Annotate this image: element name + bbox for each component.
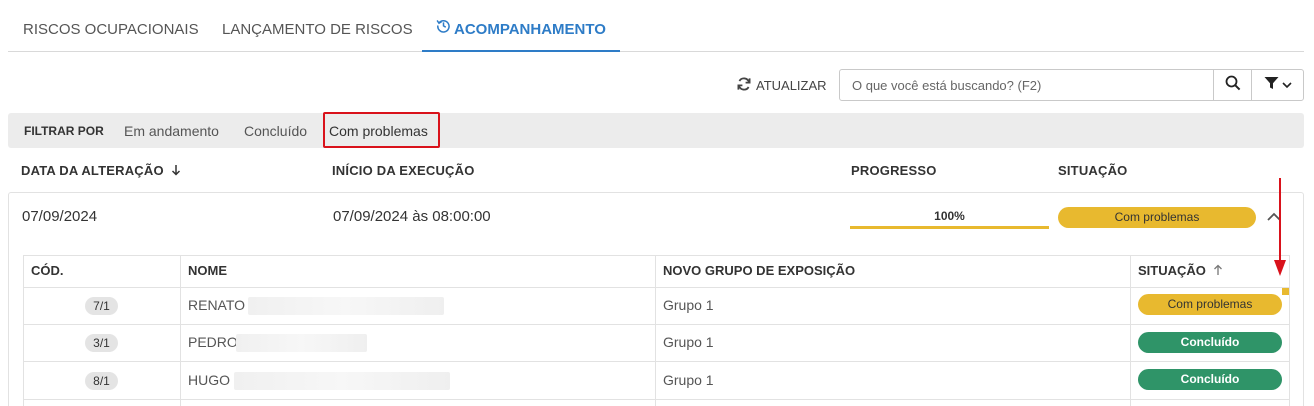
arrow-up-icon: [1213, 264, 1223, 279]
tab-lancamento-de-riscos[interactable]: LANÇAMENTO DE RISCOS: [222, 0, 413, 52]
row-status-badge: Com problemas: [1138, 294, 1282, 315]
detail-header-status[interactable]: SITUAÇÃO: [1138, 263, 1223, 279]
filter-icon: [1264, 76, 1279, 95]
search-input[interactable]: [840, 70, 1213, 100]
scroll-marker: [1282, 288, 1289, 295]
progress-label: 100%: [934, 209, 965, 223]
filter-option-com-problemas[interactable]: Com problemas: [329, 123, 428, 139]
column-header-date[interactable]: DATA DA ALTERAÇÃO: [21, 163, 181, 179]
record-status-badge: Com problemas: [1058, 207, 1256, 228]
refresh-icon: [736, 76, 752, 95]
progress-bar-fill: [850, 226, 1049, 229]
column-header-progress: PROGRESSO: [851, 163, 937, 178]
history-icon: [436, 0, 451, 59]
row-code-badge: 7/1: [85, 297, 118, 315]
detail-header-name: NOME: [188, 263, 227, 278]
row-name: PEDRO: [188, 334, 238, 350]
row-status-badge: Concluído: [1138, 332, 1282, 353]
row-divider: [23, 361, 1290, 362]
search-button[interactable]: [1213, 70, 1251, 100]
chevron-down-icon: [1281, 76, 1292, 94]
tab-acompanhamento-label: ACOMPANHAMENTO: [454, 21, 606, 38]
detail-header-group: NOVO GRUPO DE EXPOSIÇÃO: [663, 263, 856, 278]
tab-riscos-ocupacionais[interactable]: RISCOS OCUPACIONAIS: [23, 0, 199, 52]
collapse-button[interactable]: [1266, 210, 1282, 228]
row-name: HUGO: [188, 372, 230, 388]
column-header-start: INÍCIO DA EXECUÇÃO: [332, 163, 475, 178]
filter-dropdown-button[interactable]: [1251, 70, 1303, 100]
filter-bar: FILTRAR POR Em andamento Concluído Com p…: [8, 113, 1304, 148]
search-icon: [1225, 75, 1241, 96]
tab-bar: RISCOS OCUPACIONAIS LANÇAMENTO DE RISCOS…: [8, 0, 1304, 52]
column-divider: [180, 255, 181, 406]
column-divider: [1130, 255, 1131, 406]
row-code-badge: 8/1: [85, 372, 118, 390]
row-status-badge: Concluído: [1138, 369, 1282, 390]
column-header-date-label: DATA DA ALTERAÇÃO: [21, 163, 164, 178]
record-start: 07/09/2024 às 08:00:00: [333, 208, 491, 225]
progress-bar: [850, 226, 1049, 229]
row-name: RENATO: [188, 297, 246, 313]
column-header-status: SITUAÇÃO: [1058, 163, 1128, 178]
row-divider: [23, 287, 1290, 288]
detail-header-code: CÓD.: [31, 263, 64, 278]
row-group: Grupo 1: [663, 297, 714, 313]
chevron-up-icon: [1266, 210, 1282, 227]
row-divider: [23, 399, 1290, 400]
refresh-label: ATUALIZAR: [756, 78, 827, 93]
filter-option-concluido[interactable]: Concluído: [244, 123, 307, 139]
filter-option-em-andamento[interactable]: Em andamento: [124, 123, 219, 139]
row-group: Grupo 1: [663, 334, 714, 350]
redacted-name-block: [234, 372, 450, 390]
search-box: [839, 69, 1304, 101]
arrow-down-icon: [171, 164, 181, 179]
refresh-button[interactable]: ATUALIZAR: [736, 76, 827, 95]
row-code-badge: 3/1: [85, 334, 118, 352]
redacted-name-block: [236, 334, 367, 352]
row-group: Grupo 1: [663, 372, 714, 388]
filter-label: FILTRAR POR: [24, 124, 104, 138]
redacted-name-block: [248, 297, 444, 315]
column-divider: [655, 255, 656, 406]
detail-header-status-label: SITUAÇÃO: [1138, 263, 1206, 278]
row-divider: [23, 324, 1290, 325]
tab-acompanhamento[interactable]: ACOMPANHAMENTO: [422, 0, 620, 52]
record-date: 07/09/2024: [22, 208, 98, 225]
